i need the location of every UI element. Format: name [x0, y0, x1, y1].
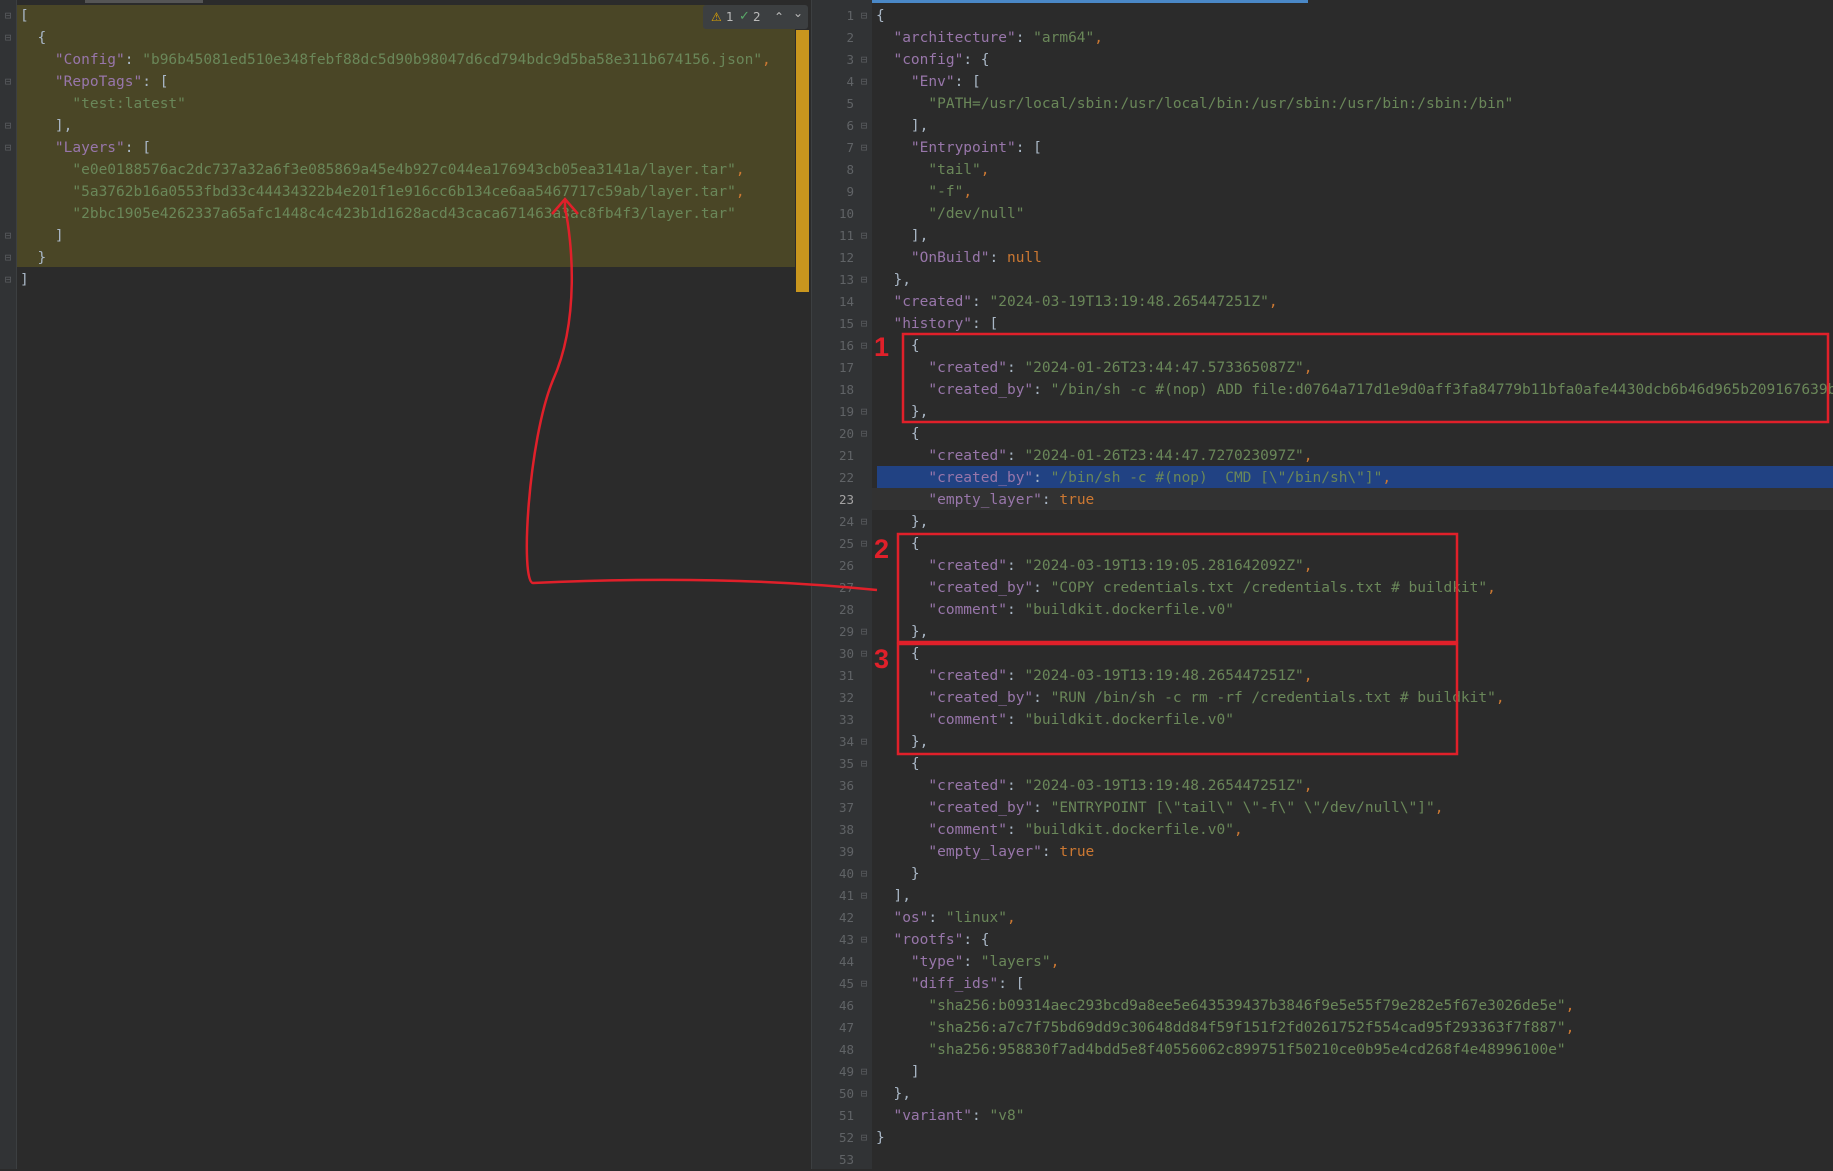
- annotation-arrowhead: [551, 197, 579, 215]
- annotation-label-3: 3: [874, 644, 889, 674]
- annotation-arrow: [525, 207, 878, 592]
- annotation-overlay: 1 2 3: [525, 197, 1830, 756]
- annotation-label-2: 2: [874, 534, 889, 564]
- annotation-label-1: 1: [874, 332, 889, 362]
- annotation-box-2: [896, 532, 1459, 644]
- annotation-box-1: [901, 332, 1830, 424]
- annotation-box-3: [896, 642, 1459, 756]
